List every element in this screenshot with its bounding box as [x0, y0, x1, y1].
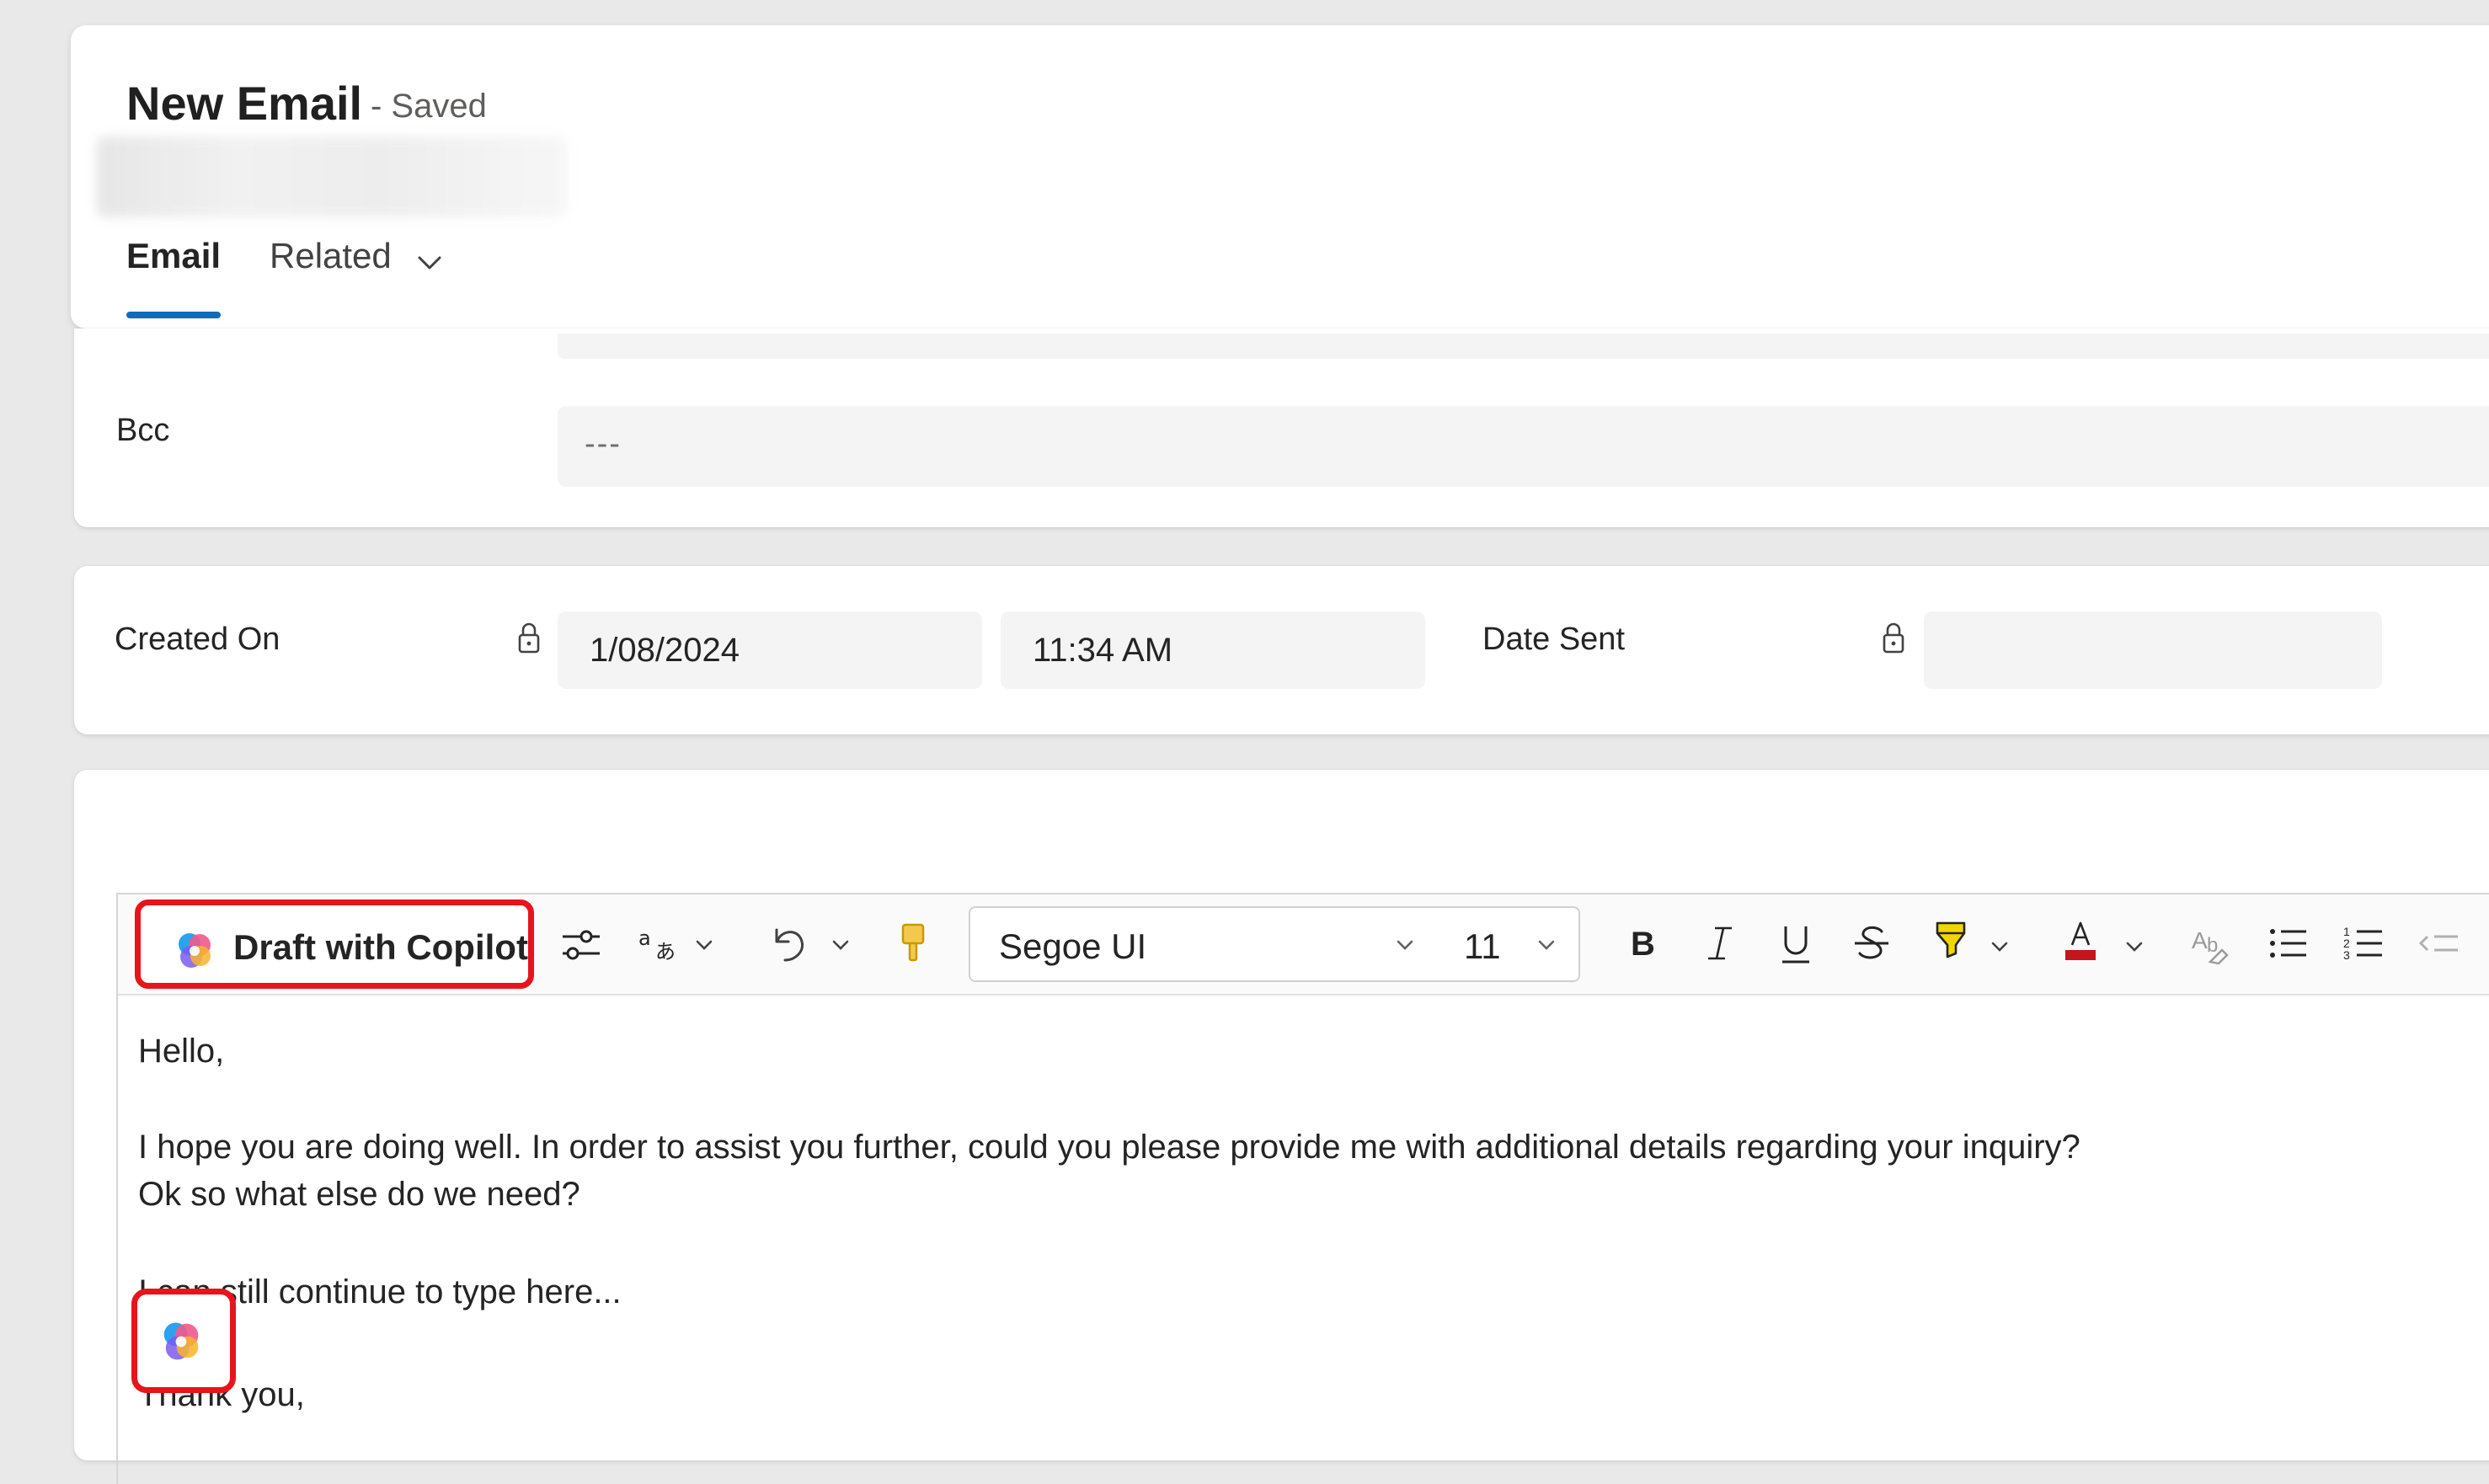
numbered-list-icon[interactable]: 1 2 3 [2338, 918, 2389, 969]
svg-text:あ: あ [655, 940, 676, 964]
underline-icon[interactable] [1771, 918, 1821, 969]
strikethrough-icon[interactable] [1846, 918, 1897, 969]
blurred-regarding-field [96, 136, 568, 217]
chevron-down-icon[interactable] [2121, 933, 2148, 960]
created-on-date-field: 1/08/2024 [558, 611, 982, 689]
tab-related[interactable]: Related [270, 236, 392, 276]
svg-text:b: b [2207, 934, 2218, 957]
editor-toolbar: Draft with Copilot a あ Segoe UI 11 B A b… [118, 894, 2489, 996]
created-on-date: 1/08/2024 [590, 632, 740, 669]
italic-icon[interactable] [1695, 918, 1745, 969]
clear-format-icon[interactable]: A b [2185, 918, 2235, 969]
adjust-icon[interactable] [556, 920, 606, 970]
chevron-down-icon[interactable] [827, 932, 854, 958]
lock-icon [518, 622, 540, 654]
font-size-select[interactable]: 11 [1439, 906, 1580, 982]
bcc-label: Bcc [116, 413, 170, 448]
lock-icon [1883, 622, 1904, 654]
chevron-down-icon[interactable] [691, 932, 718, 958]
svg-text:B: B [1631, 926, 1655, 963]
copilot-icon [163, 1322, 199, 1360]
recipients-section: Bcc --- [74, 328, 2489, 527]
created-on-time: 11:34 AM [1033, 632, 1173, 669]
tab-email[interactable]: Email [126, 236, 221, 276]
date-sent-label: Date Sent [1482, 622, 1625, 657]
copilot-icon [179, 933, 211, 968]
chevron-down-icon[interactable] [1986, 933, 2013, 960]
email-body-line: Ok so what else do we need? [138, 1176, 580, 1213]
undo-icon[interactable] [763, 918, 814, 969]
format-painter-icon[interactable] [888, 918, 938, 969]
bold-icon[interactable]: B [1617, 918, 1668, 969]
highlight-icon[interactable] [1926, 916, 1976, 967]
font-color-icon[interactable] [2055, 916, 2106, 967]
email-header: New Email - Saved Email Related [71, 25, 2489, 328]
draft-with-copilot-button[interactable]: Draft with Copilot [135, 899, 534, 989]
svg-text:3: 3 [2343, 948, 2350, 962]
dates-section: Created On 1/08/2024 11:34 AM Date Sent [74, 566, 2489, 734]
svg-text:a: a [638, 926, 651, 950]
font-size-value: 11 [1464, 926, 1501, 966]
created-on-time-field: 11:34 AM [1001, 611, 1425, 689]
bcc-field[interactable]: --- [558, 406, 2489, 487]
chevron-down-icon [1397, 940, 1413, 950]
email-body-line: Hello, [138, 1033, 225, 1070]
bullet-list-icon[interactable] [2262, 918, 2313, 969]
chevron-down-icon [1538, 940, 1555, 950]
created-on-label: Created On [115, 622, 280, 657]
decrease-indent-icon[interactable] [2414, 918, 2465, 969]
bcc-value: --- [585, 426, 622, 462]
cc-field[interactable] [558, 334, 2489, 359]
chevron-down-icon[interactable] [413, 246, 446, 280]
email-editor-section: Draft with Copilot a あ Segoe UI 11 B A b… [74, 770, 2489, 1484]
font-family-select[interactable]: Segoe UI [969, 906, 1440, 982]
translate-icon[interactable]: a あ [633, 920, 684, 970]
page-title: New Email [126, 77, 363, 130]
email-body-line: I hope you are doing well. In order to a… [138, 1129, 2080, 1166]
date-sent-field [1924, 611, 2382, 689]
draft-with-copilot-label: Draft with Copilot [233, 927, 528, 967]
save-status: - Saved [371, 88, 487, 125]
tab-selected-indicator [126, 312, 221, 318]
font-family-value: Segoe UI [999, 926, 1147, 966]
inline-copilot-button[interactable] [131, 1289, 236, 1393]
svg-text:A: A [2192, 927, 2208, 953]
